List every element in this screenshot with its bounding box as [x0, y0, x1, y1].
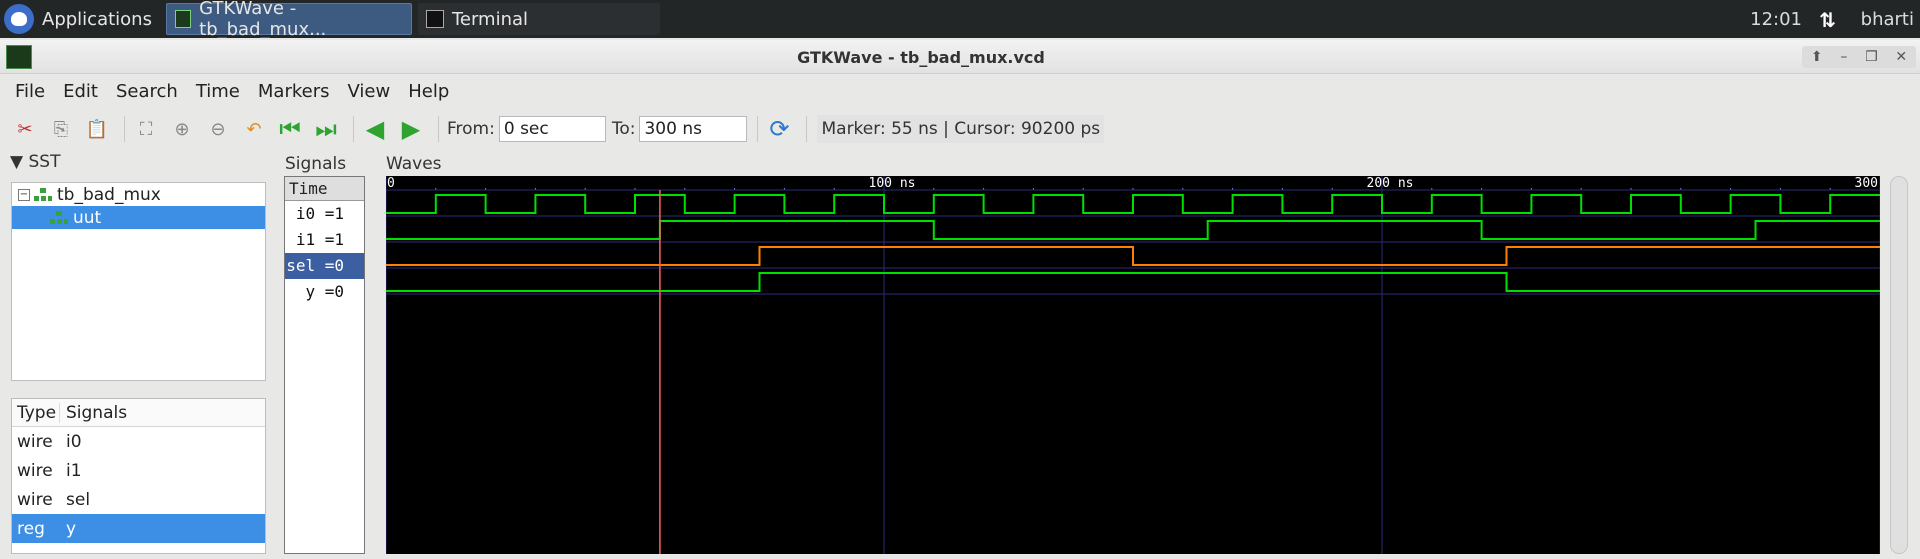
- signal-entry-sel[interactable]: sel =0: [285, 253, 364, 279]
- expander-triangle-icon: ▼: [10, 152, 24, 172]
- menu-file[interactable]: File: [6, 81, 54, 102]
- find-previous-edge-icon[interactable]: ◀: [360, 114, 390, 144]
- zoom-in-icon[interactable]: ⊕: [167, 114, 197, 144]
- signals-pane: Time i0 =1 i1 =1 sel =0 y =0: [284, 176, 365, 554]
- tree-item-tb-bad-mux[interactable]: − tb_bad_mux: [12, 183, 265, 206]
- menu-view[interactable]: View: [339, 81, 400, 102]
- from-time-input[interactable]: [498, 116, 606, 142]
- toolbar-separator: [124, 116, 125, 142]
- zoom-fit-icon[interactable]: ⛶: [131, 114, 161, 144]
- window-controls: ⬆ – ❐ ✕: [1802, 46, 1916, 68]
- maximize-window-icon[interactable]: ❐: [1865, 49, 1878, 65]
- signal-list-header: Type Signals: [12, 399, 265, 427]
- cut-icon[interactable]: ✂: [10, 114, 40, 144]
- signal-type: wire: [17, 460, 53, 481]
- top-panel: Applications GTKWave - tb_bad_mux... Ter…: [0, 0, 1920, 40]
- signal-type: wire: [17, 489, 53, 510]
- waveform-canvas[interactable]: 0 100 ns 200 ns 300: [385, 176, 1881, 554]
- menu-edit[interactable]: Edit: [54, 81, 107, 102]
- menu-bar: File Edit Search Time Markers View Help: [0, 76, 458, 106]
- signal-name: y: [66, 518, 77, 539]
- marker-cursor-readout: Marker: 55 ns | Cursor: 90200 ps: [817, 115, 1105, 143]
- time-header: Time: [285, 177, 364, 201]
- user-menu[interactable]: bharti: [1861, 0, 1914, 38]
- applications-menu[interactable]: Applications: [0, 3, 160, 35]
- ruler-label: 300: [1855, 176, 1878, 191]
- undo-zoom-icon[interactable]: ↶: [239, 114, 269, 144]
- to-time-input[interactable]: [639, 116, 748, 142]
- gtkwave-app-icon: [174, 10, 192, 28]
- ruler-label: 0: [387, 176, 395, 191]
- paste-icon[interactable]: 📋: [82, 114, 112, 144]
- network-arrows-icon[interactable]: ⇅: [1819, 8, 1836, 32]
- window-titlebar[interactable]: GTKWave - tb_bad_mux.vcd ⬆ – ❐ ✕: [0, 40, 1920, 74]
- toolbar-separator: [806, 116, 808, 142]
- terminal-app-icon: [425, 10, 444, 28]
- time-ruler: [386, 176, 1880, 190]
- window-title: GTKWave - tb_bad_mux.vcd: [797, 48, 1045, 67]
- signal-type: wire: [17, 431, 53, 452]
- zoom-to-start-icon[interactable]: ⏮: [275, 114, 305, 144]
- trace-i0: [386, 194, 1880, 214]
- tree-item-uut[interactable]: uut: [12, 206, 265, 229]
- signal-list-row[interactable]: reg y: [12, 514, 265, 543]
- applications-label: Applications: [42, 8, 152, 30]
- waves-frame-label: Waves: [386, 154, 442, 174]
- hierarchy-icon: [34, 187, 52, 202]
- sst-tree: − tb_bad_mux uut: [11, 182, 266, 381]
- type-column-header[interactable]: Type: [12, 402, 60, 423]
- signals-frame-label: Signals: [285, 154, 347, 174]
- signal-name: i1: [66, 460, 82, 481]
- taskbar-task-terminal[interactable]: Terminal: [417, 3, 660, 35]
- ruler-label: 200 ns: [1367, 176, 1414, 191]
- ruler-label: 100 ns: [869, 176, 916, 191]
- trace-y: [386, 272, 1880, 292]
- shade-window-icon[interactable]: ⬆: [1811, 49, 1823, 65]
- find-next-edge-icon[interactable]: ▶: [396, 114, 426, 144]
- signal-type-list: Type Signals wire i0 wire i1 wire sel re…: [11, 398, 266, 554]
- task-label: GTKWave - tb_bad_mux...: [199, 0, 327, 40]
- signals-column-header[interactable]: Signals: [60, 403, 127, 423]
- toolbar-separator: [353, 116, 354, 142]
- signal-name: i0: [66, 431, 82, 452]
- menu-markers[interactable]: Markers: [249, 81, 339, 102]
- signal-entry-i1[interactable]: i1 =1: [285, 227, 364, 253]
- tree-item-label: uut: [73, 207, 102, 228]
- menu-help[interactable]: Help: [399, 81, 458, 102]
- reload-icon[interactable]: ⟳: [764, 114, 794, 144]
- signal-list-row[interactable]: wire i0: [12, 427, 265, 456]
- signal-name: sel: [66, 489, 91, 510]
- clock[interactable]: 12:01: [1750, 0, 1802, 38]
- sst-expander[interactable]: ▼ SST: [10, 152, 60, 172]
- zoom-to-end-icon[interactable]: ⏭: [311, 114, 341, 144]
- close-window-icon[interactable]: ✕: [1895, 49, 1907, 65]
- sst-label: SST: [28, 152, 61, 172]
- to-label: To:: [611, 119, 636, 139]
- task-label: Terminal: [451, 8, 529, 30]
- signal-list-row[interactable]: wire i1: [12, 456, 265, 485]
- tree-item-label: tb_bad_mux: [57, 184, 161, 205]
- menu-search[interactable]: Search: [107, 81, 187, 102]
- copy-icon[interactable]: ⎘: [46, 114, 76, 144]
- hierarchy-icon: [50, 210, 68, 225]
- signal-entry-i0[interactable]: i0 =1: [285, 201, 364, 227]
- from-label: From:: [447, 119, 495, 139]
- collapse-icon[interactable]: −: [18, 188, 30, 201]
- trace-i1: [386, 220, 1880, 240]
- toolbar-separator: [438, 116, 439, 142]
- signal-entry-y[interactable]: y =0: [285, 279, 364, 305]
- minimize-window-icon[interactable]: –: [1840, 49, 1847, 65]
- menu-time[interactable]: Time: [187, 81, 249, 102]
- toolbar-separator: [757, 116, 759, 142]
- trace-sel: [386, 246, 1880, 266]
- taskbar-task-gtkwave[interactable]: GTKWave - tb_bad_mux...: [165, 0, 412, 40]
- xfce-logo-icon: [4, 4, 34, 34]
- signal-type: reg: [17, 518, 45, 539]
- toolbar: ✂ ⎘ 📋 ⛶ ⊕ ⊖ ↶ ⏮ ⏭ ◀ ▶ From: To: ⟳ Marker…: [0, 108, 1920, 150]
- vertical-scrollbar[interactable]: [1890, 176, 1908, 554]
- waves-pane[interactable]: 0 100 ns 200 ns 300: [385, 176, 1881, 554]
- zoom-out-icon[interactable]: ⊖: [203, 114, 233, 144]
- signal-list-row[interactable]: wire sel: [12, 485, 265, 514]
